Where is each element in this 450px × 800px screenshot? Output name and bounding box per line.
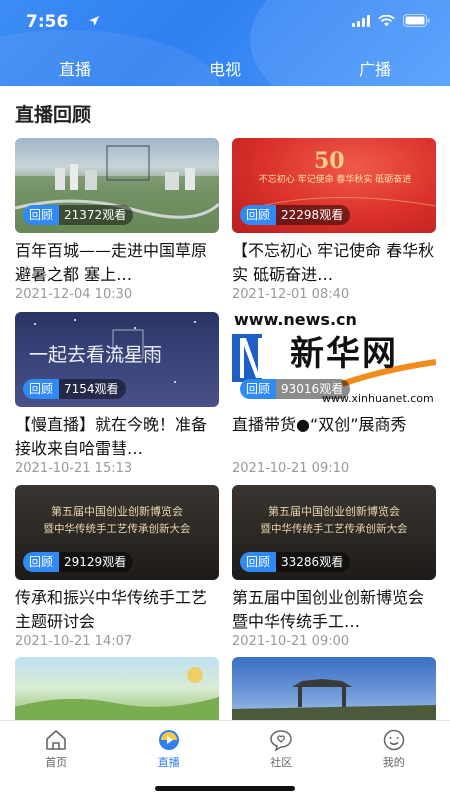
- replay-card[interactable]: [232, 657, 436, 720]
- chat-heart-icon: [270, 730, 293, 751]
- card-thumbnail[interactable]: 一起去看流星雨 回顾 7154观看: [15, 312, 219, 407]
- replay-tag: 回顾: [240, 379, 277, 399]
- card-thumbnail[interactable]: [15, 657, 219, 720]
- replay-card[interactable]: 第五届中国创业创新博览会 暨中华传统手工艺传承创新大会 回顾 29129观看 传…: [15, 485, 219, 650]
- card-date: 2021-10-21 09:00: [232, 634, 350, 649]
- card-thumbnail[interactable]: 50 不忘初心 牢记使命 春华秋实 砥砺奋进 回顾 22298观看: [232, 138, 436, 233]
- banner-text: 不忘初心 牢记使命 春华秋实 砥砺奋进: [258, 175, 412, 185]
- view-badge: 回顾 33286观看: [240, 552, 351, 572]
- view-count: 29129观看: [59, 552, 134, 572]
- replay-tag: 回顾: [23, 379, 60, 399]
- expo-title-line2: 暨中华传统手工艺传承创新大会: [43, 523, 191, 535]
- replay-tag: 回顾: [240, 205, 277, 225]
- replay-card[interactable]: www.news.cn 新华网 www.xinhuanet.com 回顾 930…: [232, 312, 436, 477]
- xinhua-logo-text: 新华网: [290, 334, 398, 374]
- location-arrow-icon: [89, 16, 99, 26]
- view-badge: 回顾 22298观看: [240, 205, 351, 225]
- view-count: 33286观看: [276, 552, 351, 572]
- card-thumbnail[interactable]: [232, 657, 436, 720]
- card-title[interactable]: 第五届中国创业创新博览会暨中华传统手工…: [232, 586, 436, 634]
- tab-tv[interactable]: 电视: [150, 56, 300, 84]
- svg-text:50: 50: [314, 148, 345, 174]
- nav-item-profile[interactable]: 我的: [338, 721, 450, 800]
- status-icons: [352, 14, 430, 27]
- expo-title-line1: 第五届中国创业创新博览会: [51, 505, 183, 518]
- nav-label: 直播: [157, 756, 180, 769]
- replay-tag: 回顾: [240, 552, 277, 572]
- replay-card[interactable]: 第五届中国创业创新博览会 暨中华传统手工艺传承创新大会 回顾 33286观看 第…: [232, 485, 436, 650]
- countryside-image: [15, 667, 219, 720]
- home-icon: [46, 730, 67, 750]
- card-title[interactable]: 直播带货●“双创”展商秀: [232, 413, 436, 461]
- view-badge: 回顾 21372观看: [23, 205, 134, 225]
- nav-label: 社区: [270, 756, 293, 769]
- view-badge: 回顾 7154观看: [23, 379, 126, 399]
- nav-label: 首页: [45, 756, 68, 769]
- tab-live[interactable]: 直播: [0, 56, 150, 84]
- section-title: 直播回顾: [15, 104, 92, 126]
- replay-tag: 回顾: [23, 552, 60, 572]
- replay-tag: 回顾: [23, 205, 60, 225]
- card-thumbnail[interactable]: 第五届中国创业创新博览会 暨中华传统手工艺传承创新大会 回顾 29129观看: [15, 485, 219, 580]
- card-thumbnail[interactable]: www.news.cn 新华网 www.xinhuanet.com 回顾 930…: [232, 312, 436, 407]
- home-indicator: [155, 786, 295, 791]
- tab-radio[interactable]: 广播: [300, 56, 450, 84]
- replay-card[interactable]: 50 不忘初心 牢记使命 春华秋实 砥砺奋进 回顾 22298观看 【不忘初心 …: [232, 138, 436, 303]
- card-title[interactable]: 百年百城——走进中国草原避暑之都 塞上…: [15, 239, 219, 287]
- view-count: 93016观看: [276, 379, 351, 399]
- status-time: 7:56: [26, 12, 69, 32]
- card-date: 2021-10-21 14:07: [15, 634, 133, 649]
- card-title[interactable]: 【不忘初心 牢记使命 春华秋实 砥砺奋进…: [232, 239, 436, 287]
- thumbnail-headline: 一起去看流星雨: [29, 344, 163, 366]
- card-thumbnail[interactable]: 回顾 21372观看: [15, 138, 219, 233]
- card-title[interactable]: 传承和振兴中华传统手工艺主题研讨会: [15, 586, 219, 634]
- card-title[interactable]: 【慢直播】就在今晚！准备接收来自哈雷彗…: [15, 413, 219, 461]
- expo-title-line2: 暨中华传统手工艺传承创新大会: [260, 523, 408, 535]
- view-count: 7154观看: [59, 379, 126, 399]
- battery-icon: [403, 14, 430, 27]
- header: 7:56 直播 电视 广播: [0, 0, 450, 86]
- card-date: 2021-12-04 10:30: [15, 287, 133, 302]
- top-tabs: 直播 电视 广播: [0, 56, 450, 84]
- card-date: 2021-10-21 09:10: [232, 461, 350, 476]
- nav-item-home[interactable]: 首页: [0, 721, 113, 800]
- card-thumbnail[interactable]: 第五届中国创业创新博览会 暨中华传统手工艺传承创新大会 回顾 33286观看: [232, 485, 436, 580]
- view-count: 21372观看: [59, 205, 134, 225]
- gate-landscape-image: [232, 679, 436, 720]
- live-play-icon: [158, 730, 179, 750]
- view-badge: 回顾 93016观看: [240, 379, 351, 399]
- wifi-icon: [378, 14, 395, 26]
- card-date: 2021-10-21 15:13: [15, 461, 133, 476]
- view-count: 22298观看: [276, 205, 351, 225]
- signal-icon: [352, 14, 370, 27]
- replay-card[interactable]: [15, 657, 219, 720]
- replay-card[interactable]: 回顾 21372观看 百年百城——走进中国草原避暑之都 塞上… 2021-12-…: [15, 138, 219, 303]
- expo-title-line1: 第五届中国创业创新博览会: [268, 505, 400, 518]
- replay-card[interactable]: 一起去看流星雨 回顾 7154观看 【慢直播】就在今晚！准备接收来自哈雷彗… 2…: [15, 312, 219, 477]
- smiley-icon: [383, 729, 404, 751]
- card-date: 2021-12-01 08:40: [232, 287, 350, 302]
- nav-label: 我的: [382, 756, 405, 769]
- view-badge: 回顾 29129观看: [23, 552, 134, 572]
